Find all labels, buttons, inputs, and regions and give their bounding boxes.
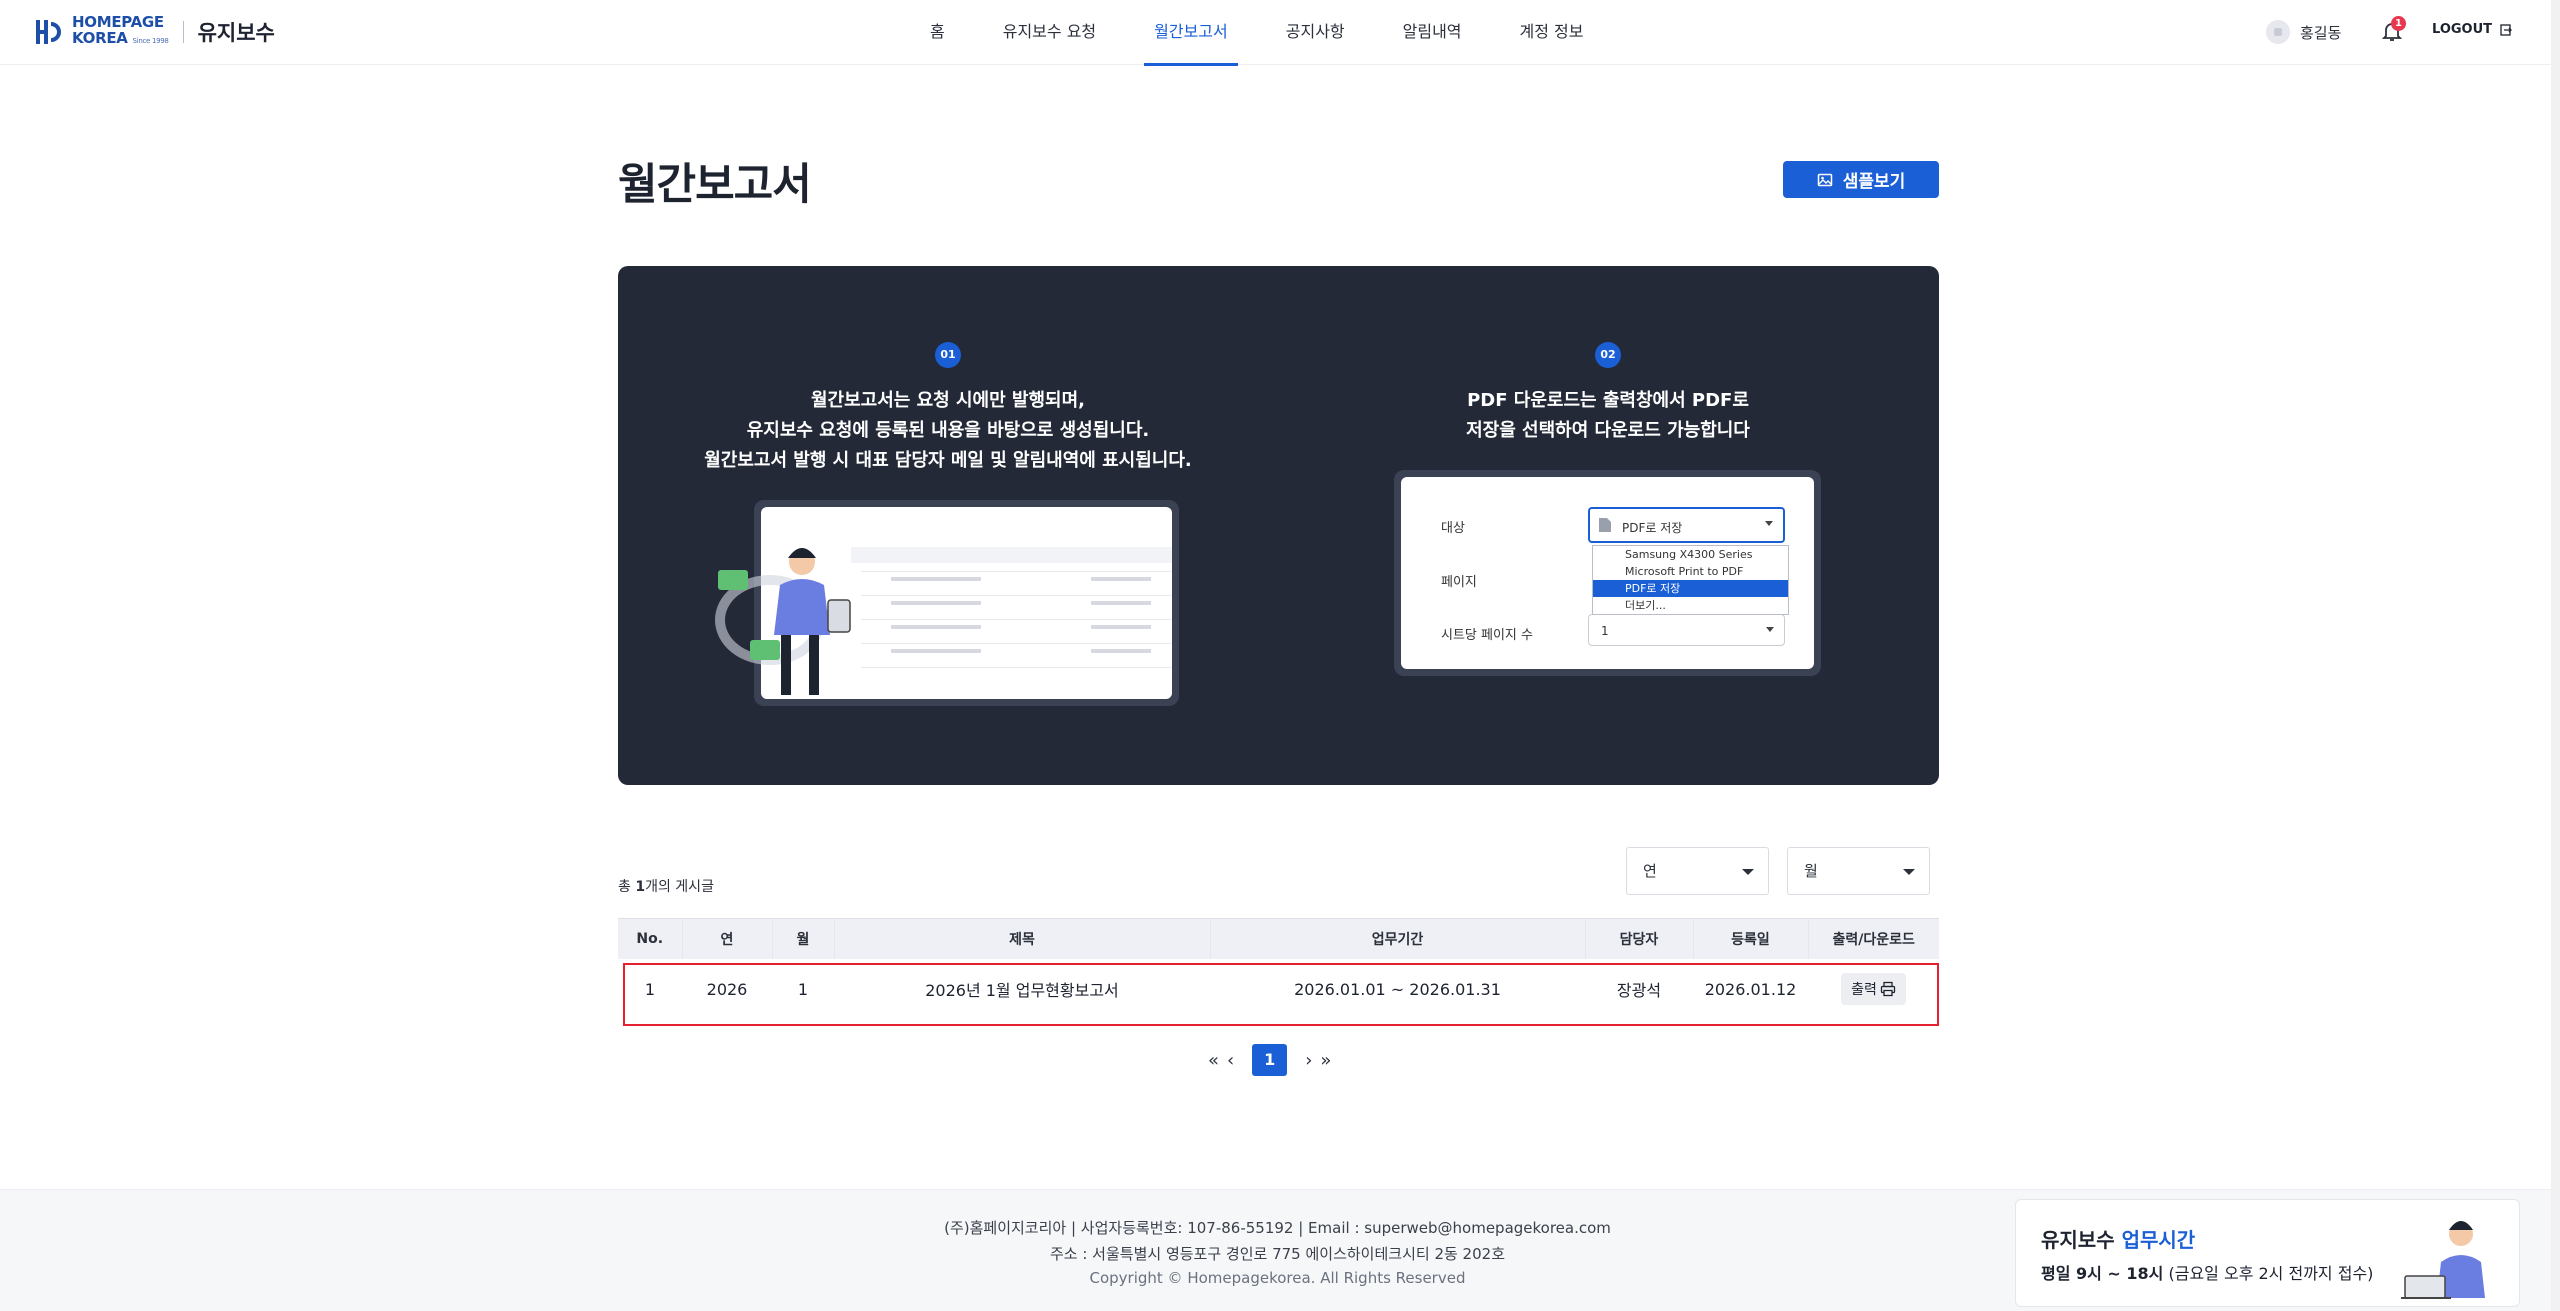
print-per-sheet-select: 1 [1588,614,1785,646]
user-profile[interactable]: 홍길동 [2266,20,2341,44]
col-title: 제목 [834,918,1211,959]
cell-no: 1 [644,979,656,999]
logout-icon [2500,23,2512,36]
logout-label: LOGOUT [2432,22,2493,37]
print-target-label: 대상 [1441,521,1465,536]
printer-option: Microsoft Print to PDF [1625,565,1744,578]
step1-line1: 월간보고서는 요청 시에만 발행되며, [810,390,1086,411]
user-name: 홍길동 [2300,23,2342,42]
chevron-down-icon [1765,521,1773,526]
nav-notices[interactable]: 공지사항 [1276,0,1355,65]
logout-button[interactable]: LOGOUT [2432,22,2512,37]
site-logo[interactable]: HOMEPAGE KOREA Since 1998 유지보수 [34,14,275,49]
nav-maintenance-request[interactable]: 유지보수 요청 [993,0,1106,65]
printer-option: 더보기... [1625,599,1666,612]
print-target-value: PDF로 저장 [1622,521,1683,535]
page-current[interactable]: 1 [1252,1044,1288,1076]
business-hours-title: 유지보수 업무시간 [2041,1224,2195,1253]
cell-date: 2026.01.12 [1704,979,1797,999]
printer-option: Samsung X4300 Series [1625,548,1753,561]
col-month: 월 [772,918,835,959]
nav-monthly-report[interactable]: 월간보고서 [1144,0,1238,66]
nav-account-info[interactable]: 계정 정보 [1510,0,1594,65]
col-date: 등록일 [1693,918,1809,959]
cell-month: 1 [797,979,809,999]
cell-title[interactable]: 2026년 1월 업무현황보고서 [834,959,1210,1020]
top-header: HOMEPAGE KOREA Since 1998 유지보수 홈 유지보수 요청… [0,0,2560,66]
notification-badge: 1 [2391,16,2406,31]
print-label: 출력 [1851,982,1877,998]
cell-action: 출력 [1808,959,1939,1020]
cell-period: 2026.01.01 ~ 2026.01.31 [1294,979,1501,999]
total-prefix: 총 [618,879,636,895]
table-header-row: No. 연 월 제목 업무기간 담당자 등록일 출력/다운로드 [618,918,1939,959]
total-number: 1 [635,879,646,895]
business-hours-detail: 평일 9시 ~ 18시 (금요일 오후 2시 전까지 접수) [2041,1260,2373,1284]
hours-title-a: 유지보수 [2041,1228,2122,1252]
step2-number: 02 [1595,342,1621,368]
print-target-select: PDF로 저장 [1588,507,1785,543]
col-action: 출력/다운로드 [1808,918,1939,959]
step1-text: 월간보고서는 요청 시에만 발행되며, 유지보수 요청에 등록된 내용을 바탕으… [698,386,1198,476]
person-illustration-icon [715,548,851,695]
print-per-sheet-value: 1 [1601,624,1609,638]
step2-text: PDF 다운로드는 출력창에서 PDF로 저장을 선택하여 다운로드 가능합니다 [1358,386,1858,446]
next-page-icon[interactable]: › [1305,1050,1312,1071]
sample-view-button[interactable]: 샘플보기 [1783,161,1939,198]
print-dialog-illustration: 대상 PDF로 저장 페이지 시트당 페이지 수 1 Samsung X4300… [1394,470,1821,676]
month-filter-select[interactable]: 월 [1787,847,1930,895]
table-row[interactable]: 1 2026 1 2026년 1월 업무현황보고서 2026.01.01 ~ 2… [618,959,1939,1020]
hours-detail-b: (금요일 오후 2시 전까지 접수) [2163,1264,2374,1283]
step2-line2: 저장을 선택하여 다운로드 가능합니다 [1466,420,1750,441]
page-scrollbar[interactable] [2551,0,2560,1311]
step1-line3: 월간보고서 발행 시 대표 담당자 메일 및 알림내역에 표시됩니다. [704,450,1192,471]
col-no: No. [618,918,683,959]
cell-year: 2026 [706,979,748,999]
first-page-icon[interactable]: « [1208,1050,1219,1071]
logo-line1: HOMEPAGE [72,13,164,31]
last-page-icon[interactable]: » [1320,1050,1331,1071]
hours-title-b: 업무시간 [2121,1228,2196,1252]
page-title: 월간보고서 [618,160,812,210]
nav-home[interactable]: 홈 [920,0,955,65]
print-page-label: 페이지 [1441,575,1477,590]
step1-number: 01 [935,342,961,368]
nav-notifications[interactable]: 알림내역 [1393,0,1472,65]
hours-detail-a: 평일 9시 ~ 18시 [2041,1264,2164,1283]
step2-line1: PDF 다운로드는 출력창에서 PDF로 [1467,390,1749,411]
main-nav: 홈 유지보수 요청 월간보고서 공지사항 알림내역 계정 정보 [920,0,1632,66]
logo-mark-icon [34,16,66,48]
chevron-down-icon [1766,627,1774,632]
report-table: No. 연 월 제목 업무기간 담당자 등록일 출력/다운로드 1 2026 1… [618,918,1939,1020]
logo-line2: KOREA [72,29,128,47]
printer-icon [1880,981,1896,997]
prev-page-icon[interactable]: ‹ [1227,1050,1234,1071]
col-year: 연 [682,918,773,959]
step1-line2: 유지보수 요청에 등록된 내용을 바탕으로 생성됩니다. [746,420,1150,441]
business-hours-card: 유지보수 업무시간 평일 9시 ~ 18시 (금요일 오후 2시 전까지 접수) [2015,1199,2520,1307]
logo-since: Since 1998 [132,37,169,45]
total-suffix: 개의 게시글 [645,879,714,895]
pagination: « ‹ 1 › » [1204,1044,1335,1076]
printer-options-list: Samsung X4300 Series Microsoft Print to … [1592,545,1789,615]
print-per-sheet-label: 시트당 페이지 수 [1441,628,1533,643]
print-button[interactable]: 출력 [1841,973,1906,1005]
cell-manager: 장광석 [1616,981,1662,1000]
site-title: 유지보수 [197,20,275,45]
logo-divider [182,20,184,43]
logo-text: HOMEPAGE KOREA Since 1998 [72,14,169,49]
year-filter-select[interactable]: 연 [1626,847,1769,895]
sample-view-label: 샘플보기 [1842,172,1906,192]
total-count: 총 1개의 게시글 [618,876,714,896]
col-manager: 담당자 [1585,918,1694,959]
avatar [2266,20,2290,44]
image-icon [1817,173,1832,186]
printer-option-selected: PDF로 저장 [1593,580,1788,597]
support-person-icon [2401,1221,2485,1299]
document-icon [1599,518,1611,532]
col-period: 업무기간 [1210,918,1586,959]
